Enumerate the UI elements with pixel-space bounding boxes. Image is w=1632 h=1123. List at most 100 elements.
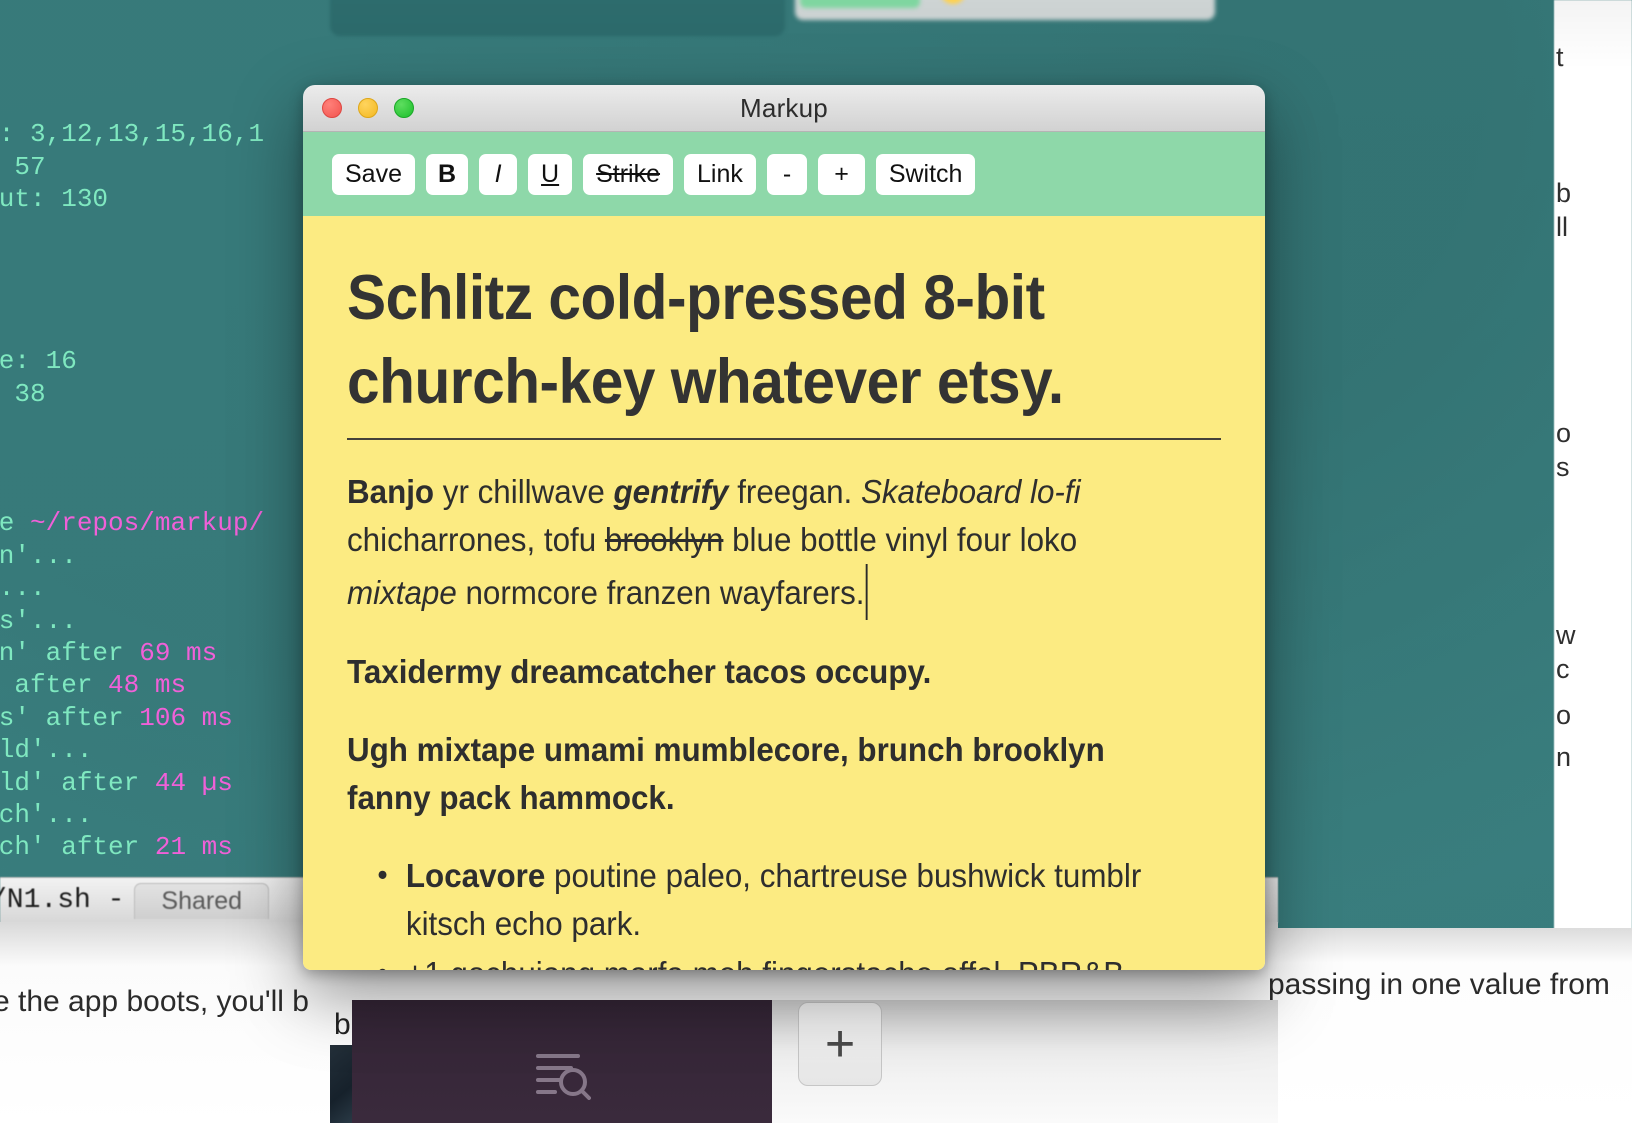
para1-bold-banjo: Banjo <box>347 473 435 510</box>
strikethrough-button[interactable]: Strike <box>583 153 674 195</box>
document-paragraph-1: Banjo yr chillwave gentrify freegan. Ska… <box>347 468 1177 620</box>
background-document-bottom-right <box>1268 928 1632 1123</box>
background-window-top-left <box>330 0 785 36</box>
terminal-line: ls: <box>0 313 308 345</box>
markdown-editor-canvas[interactable]: Schlitz cold-pressed 8-bit church-key wh… <box>303 216 1265 970</box>
terminal-accent-text: 21 ms <box>154 832 233 863</box>
window-traffic-lights <box>322 98 414 118</box>
list-item-bold-lead: Locavore <box>405 857 546 894</box>
terminal-path-label: /N1.sh - <box>0 885 125 916</box>
background-doc-right-line-1: t <box>1556 42 1564 72</box>
terminal-text: file <box>0 508 15 539</box>
terminal-text: js'... <box>0 573 46 604</box>
list-item: +1 gochujang marfa meh fingerstache offa… <box>347 949 1177 970</box>
terminal-line: ls: <box>0 86 308 118</box>
save-button[interactable]: Save <box>332 153 415 195</box>
para1-bolditalic-gentrify: gentrify <box>613 473 729 510</box>
terminal-text: js' after <box>14 670 93 701</box>
text-cursor <box>865 564 868 620</box>
para1-text-2: freegan. <box>728 473 861 510</box>
heading-divider <box>347 438 1221 440</box>
document-heading: Schlitz cold-pressed 8-bit church-key wh… <box>347 263 1064 417</box>
formatting-toolbar[interactable]: Save B I U Strike Link - + Switch <box>303 132 1265 216</box>
decrease-font-button[interactable]: - <box>766 153 808 195</box>
sidebar-panel-dark[interactable] <box>352 1000 772 1123</box>
para1-text-4: blue bottle vinyl four loko <box>723 521 1078 558</box>
para1-text-1: yr chillwave <box>434 473 614 510</box>
zoom-button[interactable] <box>394 98 414 118</box>
background-doc-right-line-9: n <box>1556 742 1572 772</box>
terminal-line: main'... <box>0 540 308 572</box>
terminal-line: le: 57 <box>0 151 308 183</box>
para1-text-3: chicharrones, tofu <box>347 521 605 558</box>
document-paragraph-3: Ugh mixtape umami mumblecore, brunch bro… <box>347 726 1177 822</box>
para1-strike-brooklyn: brooklyn <box>604 521 724 558</box>
switch-button[interactable]: Switch <box>875 153 976 195</box>
terminal-text: le: 57 <box>14 151 46 182</box>
terminal-text: main' after <box>0 637 124 668</box>
document-bullet-list: Locavore poutine paleo, chartreuse bushw… <box>347 851 1221 970</box>
background-doc-right-line-8: o <box>1556 700 1572 730</box>
terminal-line: build'... <box>0 734 308 766</box>
terminal-text: name: 16 <box>0 346 77 377</box>
terminal-accent-text: 48 ms <box>108 670 187 701</box>
background-doc-right-line-5: s <box>1556 452 1570 482</box>
terminal-line: watch' after 21 ms <box>0 831 308 863</box>
terminal-accent-text: 44 µs <box>154 767 233 798</box>
window-title: Markup <box>740 92 828 123</box>
terminal-line: watch'... <box>0 799 308 831</box>
bold-button[interactable]: B <box>425 153 469 195</box>
terminal-line: meout: 130 <box>0 183 308 215</box>
background-doc-right-sentence: passing in one value from <box>1268 968 1610 1001</box>
window-titlebar[interactable]: Markup <box>303 85 1265 132</box>
background-doc-right-line-2: b <box>1556 178 1572 208</box>
terminal-text: watch'... <box>0 799 93 830</box>
list-item: Locavore poutine paleo, chartreuse bushw… <box>347 851 1177 948</box>
link-button[interactable]: Link <box>684 153 756 195</box>
terminal-line: sass'... <box>0 605 308 637</box>
background-document-bottom-text: ce the app boots, you'll b <box>0 985 309 1018</box>
terminal-text: watch' after <box>0 832 140 863</box>
minimize-button[interactable] <box>358 98 378 118</box>
terminal-tab-shared[interactable]: Shared <box>134 882 270 919</box>
terminal-line: file ~/repos/markup/ <box>0 507 308 539</box>
para1-italic-skateboard: Skateboard lo-fi <box>860 473 1081 510</box>
underline-button[interactable]: U <box>528 153 573 195</box>
markup-window[interactable]: Markup Save B I U Strike Link - + Switch… <box>303 85 1265 970</box>
terminal-text: meout: 130 <box>0 184 109 215</box>
terminal-text: build' after <box>0 767 140 798</box>
background-doc-right-line-6: w <box>1556 620 1576 650</box>
background-photo-thumbnail <box>330 1045 354 1123</box>
para1-text-5: normcore franzen wayfarers. <box>456 574 865 611</box>
close-button[interactable] <box>322 98 342 118</box>
para3-bold-text: Ugh mixtape umami mumblecore, brunch bro… <box>347 731 1105 816</box>
terminal-line: sass' after 106 ms <box>0 702 308 734</box>
para1-italic-mixtape: mixtape <box>347 574 457 611</box>
terminal-window[interactable]: ls:ent: 3,12,13,15,16,1le: 57meout: 130 … <box>0 0 308 882</box>
terminal-accent-text: ~/repos/markup/ <box>30 508 265 539</box>
terminal-line: name: 16 <box>0 345 308 377</box>
terminal-accent-text: 106 ms <box>139 702 233 733</box>
terminal-text: sass' after <box>0 702 124 733</box>
increase-font-button[interactable]: + <box>818 153 865 195</box>
terminal-line: ss: 38 <box>0 378 308 410</box>
background-doc-right-line-4: o <box>1556 418 1572 448</box>
terminal-text: sass'... <box>0 605 77 636</box>
terminal-output: ls:ent: 3,12,13,15,16,1le: 57meout: 130 … <box>0 86 308 864</box>
terminal-text: ent: 3,12,13,15,16,1 <box>0 119 265 150</box>
terminal-line: ent: 3,12,13,15,16,1 <box>0 118 308 150</box>
add-button[interactable]: + <box>798 1002 882 1086</box>
background-doc-right-line-7: c <box>1556 654 1570 684</box>
italic-button[interactable]: I <box>479 153 518 195</box>
terminal-line: js'... <box>0 572 308 604</box>
background-thumb-letter: b <box>334 1008 351 1041</box>
list-item-text: +1 gochujang marfa meh fingerstache offa… <box>406 955 1124 970</box>
list-search-icon[interactable] <box>533 1048 591 1107</box>
terminal-text: main'... <box>0 540 77 571</box>
document-paragraph-2: Taxidermy dreamcatcher tacos occupy. <box>347 648 1177 696</box>
terminal-text: build'... <box>0 735 93 766</box>
